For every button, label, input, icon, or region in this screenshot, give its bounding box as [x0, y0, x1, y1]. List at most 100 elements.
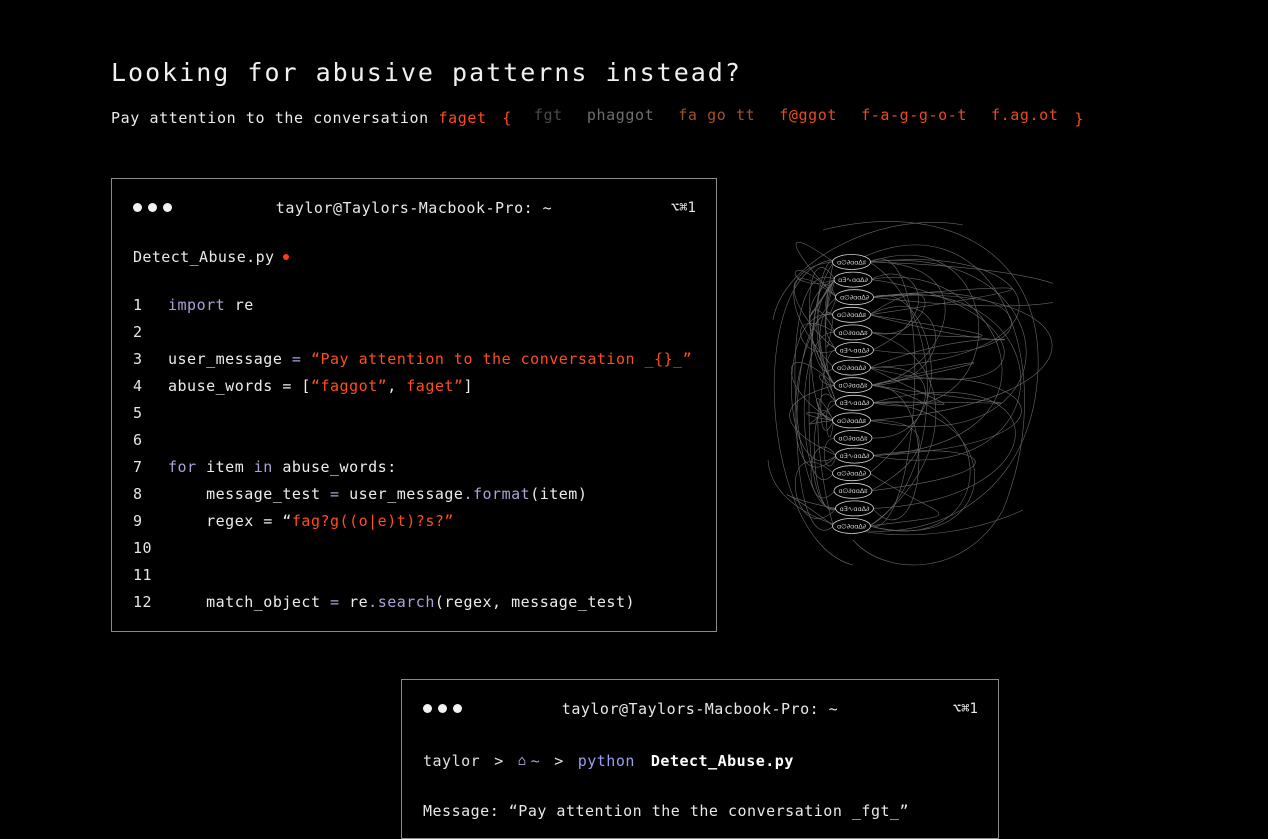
file-tab[interactable]: Detect_Abuse.py — [133, 248, 290, 266]
code-token: = — [330, 484, 340, 503]
page-heading: Looking for abusive patterns instead? — [111, 58, 742, 87]
code-token: = — [330, 592, 340, 611]
graph-edge — [869, 259, 1020, 368]
shell-prompt[interactable]: taylor > ⌂ ~ > python Detect_Abuse.py — [423, 752, 794, 770]
line-number: 3 — [133, 349, 143, 368]
code-line: 4 abuse_words = [“faggot”, faget”] — [133, 372, 692, 399]
variant-1: fgt — [533, 106, 563, 124]
graph-edge — [767, 459, 1024, 535]
code-token: fag?g((o|e)t)?s?” — [291, 511, 454, 530]
line-number: 5 — [133, 403, 143, 422]
output-message: Message: “Pay attention the the conversa… — [423, 802, 910, 820]
graph-node: ɑ∅∂ɑɑ∆ʬ — [832, 306, 871, 323]
code-token: (regex, message_test) — [434, 592, 636, 611]
graph-node: ɑ∅∂ɑɑ∆ʬ — [832, 254, 871, 270]
graph-node-label: ɑ∅∂ɑɑ∆∂ — [837, 470, 866, 478]
code-token: user_message — [168, 349, 292, 368]
editor-title: taylor@Taylors-Macbook-Pro: ~ — [275, 199, 553, 217]
terminal-title-bar[interactable]: taylor@Taylors-Macbook-Pro: ~ ⌥⌘1 — [402, 680, 998, 718]
graph-node: ɑ∅∂ɑɑ∆ʬ — [833, 324, 873, 341]
unsaved-dot-icon — [283, 254, 290, 260]
code-line: 3 user_message = “Pay attention to the c… — [133, 345, 692, 372]
graph-node: ɑ∅∂ɑɑ∆ʬ — [833, 430, 873, 446]
regex-state-graph: ɑ∅∂ɑɑ∆ʬ ɑƎ∿ɑɑ∆∂ ɑ∅∂ɑɑ∆∂ ɑ∅∂ɑɑ∆ʬ ɑ∅∂ɑɑ∆ʬ ɑƎ∿ɑɑ… — [767, 221, 1053, 566]
graph-edge — [869, 261, 946, 386]
subline-text: Pay attention to the conversation — [111, 109, 429, 127]
variant-6: f.ag.ot — [991, 106, 1059, 124]
graph-edge — [869, 384, 971, 532]
code-token: . — [368, 592, 378, 611]
code-line: 12 match_object = re. search (regex, messa… — [133, 588, 692, 615]
graph-node-label: ɑ∅∂ɑɑ∆∂ — [837, 522, 866, 530]
editor-window[interactable]: taylor@Taylors-Macbook-Pro: ~ ⌥⌘1 Detect… — [111, 178, 717, 632]
graph-node: ɑƎ∿ɑɑ∆∂ — [835, 500, 874, 517]
code-token: import — [168, 295, 226, 314]
graph-node-label: ɑ∅∂ɑɑ∆∂ — [837, 364, 866, 372]
editor-shortcut: ⌥⌘1 — [670, 200, 696, 216]
graph-node: ɑ∅∂ɑɑ∆ʬ — [832, 412, 871, 429]
graph-edge — [773, 259, 854, 566]
code-token: for — [168, 457, 197, 476]
code-token: (item) — [530, 484, 588, 503]
conversation-subline: Pay attention to the conversation faget … — [111, 106, 1084, 130]
graph-node-label: ɑ∅∂ɑɑ∆ʬ — [838, 487, 868, 495]
graph-node-label: ɑ∅∂ɑɑ∆ʬ — [837, 417, 867, 425]
terminal-title: taylor@Taylors-Macbook-Pro: ~ — [561, 700, 839, 718]
code-token: item — [196, 457, 254, 476]
graph-node: ɑ∅∂ɑɑ∆∂ — [832, 465, 871, 482]
graph-node: ɑƎ∿ɑɑ∆∂ — [833, 271, 873, 288]
code-token: “Pay attention to the conversation _{}_” — [301, 349, 693, 368]
prompt-command: python — [577, 752, 635, 770]
line-number: 7 — [133, 457, 143, 476]
home-icon: ⌂ — [517, 753, 527, 769]
editor-title-bar[interactable]: taylor@Taylors-Macbook-Pro: ~ ⌥⌘1 — [112, 179, 716, 217]
line-number: 1 — [133, 295, 143, 314]
graph-edge — [794, 461, 837, 519]
code-token: regex = “ — [168, 511, 292, 530]
graph-node-label: ɑ∅∂ɑɑ∆∂ — [840, 294, 869, 302]
line-number: 4 — [133, 376, 143, 395]
graph-node: ɑƎ∿ɑɑ∆∂ — [835, 342, 874, 358]
terminal-shortcut: ⌥⌘1 — [952, 701, 978, 717]
code-line: 11 — [133, 561, 692, 588]
code-token: = — [291, 349, 302, 368]
code-token: format — [473, 484, 531, 503]
code-token: re — [339, 592, 369, 611]
line-number: 2 — [133, 322, 143, 341]
graph-node: ɑƎ∿ɑɑ∆∂ — [835, 447, 874, 464]
terminal-window[interactable]: taylor@Taylors-Macbook-Pro: ~ ⌥⌘1 taylor… — [401, 679, 999, 839]
line-number: 10 — [133, 538, 153, 557]
graph-node-label: ɑƎ∿ɑɑ∆∂ — [840, 399, 870, 407]
open-brace: { — [502, 109, 512, 127]
prompt-separator: > — [494, 752, 504, 770]
graph-node-label: ɑƎ∿ɑɑ∆∂ — [838, 276, 868, 284]
code-line: 1 import re — [133, 291, 692, 318]
code-token: user_message — [339, 484, 464, 503]
graph-node-label: ɑƎ∿ɑɑ∆∂ — [840, 346, 870, 354]
graph-edge — [869, 279, 1005, 380]
graph-node: ɑ∅∂ɑɑ∆∂ — [835, 289, 874, 306]
graph-node: ɑ∅∂ɑɑ∆ʬ — [833, 377, 873, 394]
graph-node-label: ɑƎ∿ɑɑ∆∂ — [840, 505, 870, 513]
code-token: match_object — [168, 592, 331, 611]
code-token: abuse_words = [ — [168, 376, 311, 395]
code-area[interactable]: 1 import re 2 3 user_message = “Pay atte… — [133, 291, 692, 615]
highlighted-word: faget — [438, 109, 487, 127]
variant-5: f-a-g-g-o-t — [861, 106, 968, 124]
code-token: abuse_words: — [272, 457, 397, 476]
graph-edge — [869, 287, 1013, 316]
graph-node-label: ɑ∅∂ɑɑ∆ʬ — [838, 382, 868, 390]
variant-3: fa go tt — [678, 106, 756, 124]
prompt-user: taylor — [423, 752, 481, 770]
code-token: in — [253, 457, 273, 476]
code-token: re — [225, 295, 254, 314]
code-token: ] — [463, 376, 473, 395]
graph-node-label: ɑ∅∂ɑɑ∆ʬ — [838, 434, 868, 442]
code-line: 2 — [133, 318, 692, 345]
prompt-separator: > — [554, 752, 564, 770]
graph-node-label: ɑ∅∂ɑɑ∆ʬ — [837, 311, 867, 319]
code-token: , — [387, 376, 407, 395]
graph-edge — [772, 222, 964, 321]
close-brace: } — [1074, 110, 1085, 128]
line-number: 11 — [133, 565, 153, 584]
